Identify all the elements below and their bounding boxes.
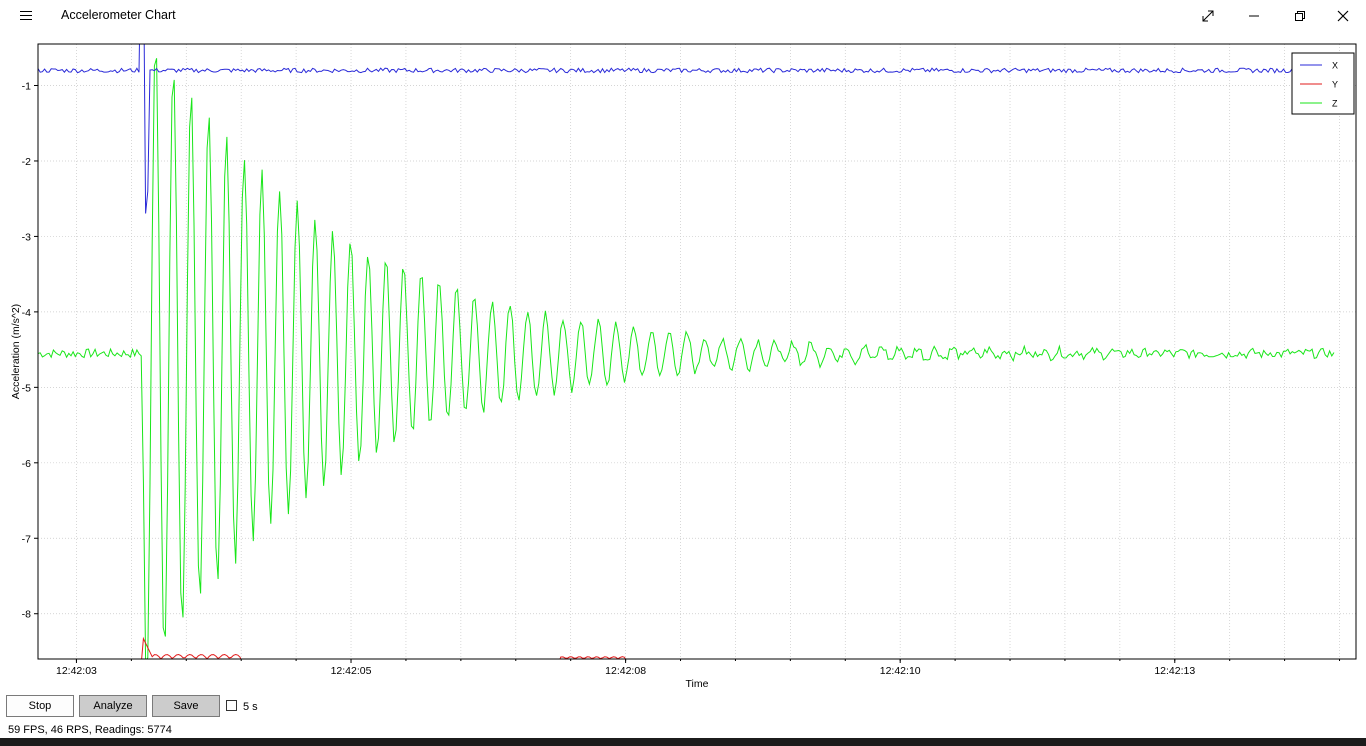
accelerometer-chart: -1 -2 -3 -4 -5 -6 -7 -8 12:42:03 12:42:05 12:42:08…: [10, 43, 1357, 690]
chart-legend: XYZ: [1291, 52, 1355, 115]
y-axis-label: Acceleration (m/s^2): [10, 304, 22, 399]
status-bar-text: 59 FPS, 46 RPS, Readings: 5774: [8, 724, 172, 736]
analyze-button[interactable]: Analyze: [79, 695, 147, 717]
x-tick-label: 12:42:05: [331, 665, 372, 677]
x-tick-label: 12:42:03: [56, 665, 97, 677]
y-tick-label: -6: [22, 458, 31, 470]
window-5s-label: 5 s: [243, 701, 258, 713]
series-y-line: [141, 636, 626, 659]
close-icon[interactable]: [1320, 0, 1366, 32]
series-lines: [38, 44, 1335, 659]
x-tick-label: 12:42:13: [1154, 665, 1195, 677]
chart-area: -1 -2 -3 -4 -5 -6 -7 -8 12:42:03 12:42:05 12:42:08…: [0, 32, 1366, 692]
y-tick-label: -1: [22, 81, 31, 93]
minimize-icon[interactable]: [1231, 0, 1277, 32]
y-tick-label: -4: [22, 307, 31, 319]
save-button[interactable]: Save: [152, 695, 220, 717]
taskbar: [0, 738, 1366, 746]
y-tick-label: -8: [22, 609, 31, 621]
window-5s-checkbox[interactable]: [226, 700, 237, 711]
expand-icon[interactable]: [1185, 0, 1231, 32]
y-tick-label: -2: [22, 156, 31, 168]
x-tick-label: 12:42:10: [880, 665, 921, 677]
plot-frame: [37, 43, 1357, 660]
x-tick-label: 12:42:08: [605, 665, 646, 677]
hamburger-menu-icon[interactable]: [14, 8, 38, 24]
window-title: Accelerometer Chart: [61, 8, 176, 22]
legend-label-z: Z: [1332, 99, 1338, 109]
y-tick-label: -5: [22, 382, 31, 394]
grid-lines: [38, 44, 1356, 659]
title-bar: Accelerometer Chart: [0, 0, 1366, 32]
maximize-icon[interactable]: [1277, 0, 1323, 32]
legend-label-y: Y: [1332, 80, 1338, 90]
stop-button[interactable]: Stop: [6, 695, 74, 717]
series-x-line: [38, 44, 1335, 214]
series-z-line: [38, 58, 1335, 659]
legend-label-x: X: [1332, 61, 1338, 71]
y-tick-label: -7: [22, 533, 31, 545]
x-axis-label: Time: [686, 678, 709, 690]
y-tick-label: -3: [22, 231, 31, 243]
